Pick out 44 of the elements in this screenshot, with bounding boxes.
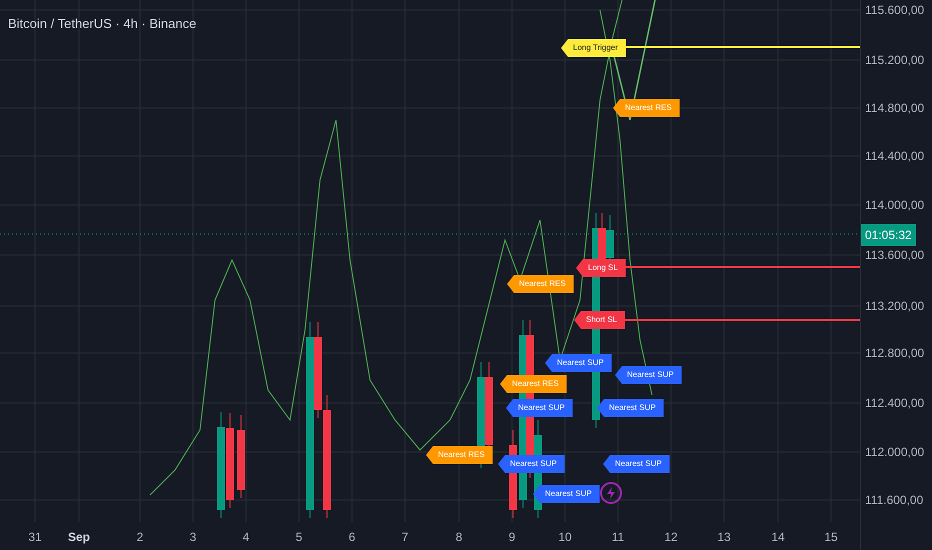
time-axis-label: 3: [190, 529, 196, 546]
price-axis-label: 114.000,00: [865, 197, 924, 214]
level-label: Nearest SUP: [498, 455, 565, 473]
time-axis-label: 6: [348, 529, 356, 546]
time-axis-label: 15: [824, 529, 838, 546]
price-axis-label: 112.400,00: [865, 395, 924, 412]
price-axis-label: 113.200,00: [865, 298, 924, 315]
time-axis-label: 8: [456, 529, 462, 546]
price-axis-label: 111.600,00: [865, 492, 924, 509]
level-label: Nearest RES: [426, 446, 493, 464]
level-label: Nearest RES: [613, 99, 680, 117]
time-axis-label: Sep: [68, 529, 90, 546]
level-label: Nearest RES: [500, 375, 567, 393]
chart-title: Bitcoin / TetherUS · 4h · Binance: [8, 15, 196, 33]
price-axis-label: 115.600,00: [865, 2, 924, 19]
level-label: Long SL: [576, 259, 626, 277]
countdown-badge: 01:05:32: [861, 224, 916, 246]
level-label: Nearest SUP: [615, 366, 682, 384]
level-label: Nearest SUP: [545, 354, 612, 372]
time-axis-label: 5: [296, 529, 302, 546]
time-axis-label: 14: [771, 529, 785, 546]
time-axis-label: 13: [717, 529, 731, 546]
level-label: Nearest SUP: [597, 399, 664, 417]
price-axis-label: 112.800,00: [865, 345, 924, 362]
level-label: Nearest SUP: [506, 399, 573, 417]
level-label: Short SL: [574, 311, 626, 329]
price-axis-label: 114.800,00: [865, 100, 924, 117]
time-axis-label: 4: [242, 529, 250, 546]
time-axis-label: 7: [402, 529, 408, 546]
level-label: Long Trigger: [561, 39, 626, 57]
price-axis-label: 113.600,00: [865, 247, 924, 264]
level-label: Nearest SUP: [603, 455, 670, 473]
level-label: Nearest SUP: [533, 485, 600, 503]
price-axis-label: 114.400,00: [865, 148, 924, 165]
lightning-icon: [600, 482, 622, 504]
level-label: Nearest RES: [507, 275, 574, 293]
time-axis-label: 9: [508, 529, 516, 546]
time-axis-label: 12: [664, 529, 678, 546]
time-axis-label: 10: [558, 529, 572, 546]
time-axis-label: 31: [28, 529, 42, 546]
time-axis-label: 11: [612, 529, 624, 546]
price-axis-label: 112.000,00: [865, 444, 924, 461]
price-axis-label: 115.200,00: [865, 52, 924, 69]
time-axis-label: 2: [136, 529, 144, 546]
